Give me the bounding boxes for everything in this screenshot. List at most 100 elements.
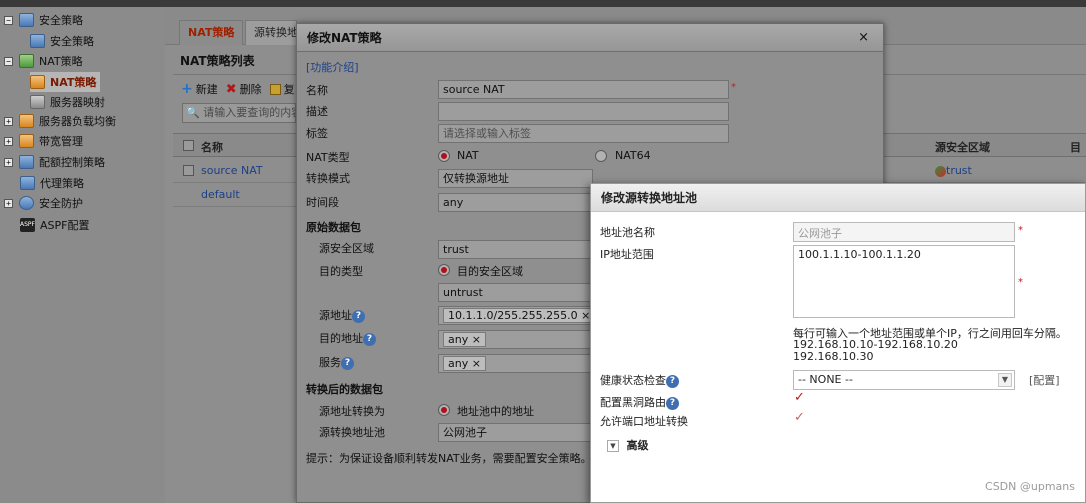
dst-type-zone-radio[interactable]	[438, 264, 450, 276]
watermark: CSDN @upmans	[985, 480, 1075, 493]
service-label: 服务?	[319, 354, 354, 370]
expand-icon[interactable]: +	[4, 198, 13, 208]
row-name-link[interactable]: default	[201, 188, 240, 201]
nat-type-nat-label: NAT	[457, 149, 479, 162]
remove-tag-icon[interactable]: ×	[472, 357, 481, 370]
tree-item-label: 服务器负载均衡	[39, 115, 116, 128]
tree-item-nat-policy-child[interactable]: NAT策略	[30, 72, 101, 92]
tree-item-aspf[interactable]: ASPF ASPF配置	[20, 215, 89, 235]
expand-icon[interactable]: +	[4, 157, 13, 167]
tree-item-nat-policy[interactable]: − NAT策略	[4, 51, 83, 71]
nat-folder-icon	[19, 54, 34, 68]
copy-icon	[269, 83, 281, 95]
help-icon[interactable]: ?	[352, 309, 365, 323]
pool-select[interactable]: 公网池子	[438, 423, 593, 442]
tab-nat-policy[interactable]: NAT策略	[179, 20, 244, 45]
help-icon[interactable]: ?	[363, 332, 376, 346]
original-packet-section: 原始数据包	[306, 221, 361, 234]
service-tag: any ×	[443, 356, 486, 371]
copy-button[interactable]: 复	[269, 81, 295, 97]
expand-icon[interactable]: +	[4, 136, 13, 146]
collapse-icon[interactable]: −	[4, 15, 13, 25]
tree-item-quota[interactable]: + 配额控制策略	[4, 152, 105, 172]
help-icon[interactable]: ?	[341, 356, 354, 370]
row-checkbox[interactable]	[183, 165, 194, 176]
security-policy-hint: 提示：为保证设备顺利转发NAT业务，需要配置安全策略。[	[306, 452, 591, 465]
policy-nav-tree: − 安全策略 安全策略 − NAT策略 NAT策略 服务器映射 + 服务器负载均…	[0, 7, 165, 503]
tree-item-label: NAT策略	[50, 76, 97, 89]
ip-range-label: IP地址范围	[600, 248, 654, 261]
config-link[interactable]: [配置]	[1029, 372, 1060, 388]
search-icon: 🔍	[186, 106, 200, 119]
advanced-toggle[interactable]: ▼ 高级	[607, 437, 649, 453]
column-name: 名称	[201, 141, 223, 154]
translated-packet-section: 转换后的数据包	[306, 383, 383, 396]
tree-item-server-mapping[interactable]: 服务器映射	[30, 92, 105, 112]
row-src-zone: trust	[935, 164, 972, 177]
src-trans-pool-label: 地址池中的地址	[457, 405, 534, 418]
dst-addr-tag: any ×	[443, 332, 486, 347]
search-placeholder: 请输入要查询的内容	[203, 106, 296, 119]
name-field[interactable]: source NAT	[438, 80, 729, 99]
search-input[interactable]: 🔍 请输入要查询的内容	[182, 103, 296, 123]
ip-range-textarea[interactable]: 100.1.1.10-100.1.1.20	[793, 245, 1015, 318]
tree-item-security-protect[interactable]: + 安全防护	[4, 193, 83, 213]
delete-button[interactable]: ✖ 删除	[226, 81, 262, 97]
remove-tag-icon[interactable]: ×	[581, 309, 590, 322]
dialog-title: 修改源转换地址池	[591, 184, 1085, 212]
new-button[interactable]: + 新建	[181, 81, 218, 97]
tree-item-security-policy-child[interactable]: 安全策略	[30, 31, 94, 51]
mode-select[interactable]: 仅转换源地址	[438, 169, 593, 188]
feature-intro-link[interactable]: [功能介绍]	[306, 59, 359, 75]
delete-icon: ✖	[225, 81, 237, 97]
dst-zone-field[interactable]: untrust	[438, 283, 593, 302]
pool-name-label: 地址池名称	[600, 226, 655, 239]
tree-item-label: 安全策略	[50, 35, 94, 48]
service-label-text: 服务	[319, 356, 341, 369]
tree-item-bandwidth[interactable]: + 带宽管理	[4, 131, 83, 151]
help-icon[interactable]: ?	[666, 396, 679, 410]
dst-type-zone-label: 目的安全区域	[457, 265, 523, 278]
chevron-down-icon[interactable]: ▼	[998, 373, 1012, 387]
remove-tag-icon[interactable]: ×	[472, 333, 481, 346]
required-mark: *	[1018, 225, 1023, 236]
tree-item-security-policy[interactable]: − 安全策略	[4, 10, 83, 30]
close-icon[interactable]: ×	[858, 30, 869, 45]
ip-range-hint-3: 192.168.10.30	[793, 350, 874, 363]
nat-type-nat-radio[interactable]	[438, 150, 450, 162]
health-check-select[interactable]: -- NONE -- ▼	[793, 370, 1015, 390]
port-translation-checkbox[interactable]: ✓	[794, 410, 805, 425]
time-range-label: 时间段	[306, 196, 339, 209]
tree-item-label: 配额控制策略	[39, 156, 105, 169]
dst-addr-field[interactable]: any ×	[438, 330, 593, 349]
pool-label: 源转换地址池	[319, 426, 385, 439]
pool-name-field[interactable]: 公网池子	[793, 222, 1015, 242]
tag-field[interactable]: 请选择或输入标签	[438, 124, 729, 143]
service-field[interactable]: any ×	[438, 354, 593, 373]
nat-icon	[30, 75, 45, 89]
nat-type-nat64-radio[interactable]	[595, 150, 607, 162]
src-zone-label: 源安全区域	[319, 242, 374, 255]
expand-icon[interactable]: +	[4, 116, 13, 126]
tab-source-pool[interactable]: 源转换地	[245, 20, 297, 45]
src-trans-pool-radio[interactable]	[438, 404, 450, 416]
select-all-checkbox[interactable]	[183, 140, 194, 151]
proxy-icon	[20, 176, 35, 190]
tree-item-label: 安全防护	[39, 197, 83, 210]
aspf-icon: ASPF	[20, 218, 35, 232]
collapse-icon[interactable]: −	[4, 56, 13, 66]
tree-item-label: 服务器映射	[50, 96, 105, 109]
time-range-select[interactable]: any	[438, 193, 593, 212]
src-addr-field[interactable]: 10.1.1.0/255.255.255.0 ×	[438, 306, 593, 325]
tree-item-server-lb[interactable]: + 服务器负载均衡	[4, 111, 116, 131]
add-icon: +	[181, 81, 193, 97]
tree-item-proxy[interactable]: 代理策略	[20, 173, 84, 193]
src-addr-label: 源地址?	[319, 307, 365, 323]
src-zone-field[interactable]: trust	[438, 240, 593, 259]
column-src-zone: 源安全区域	[935, 141, 990, 154]
row-name-link[interactable]: source NAT	[201, 164, 263, 177]
blackhole-route-checkbox[interactable]: ✓	[794, 390, 805, 405]
health-check-label-text: 健康状态检查	[600, 374, 666, 387]
help-icon[interactable]: ?	[666, 374, 679, 388]
description-field[interactable]	[438, 102, 729, 121]
